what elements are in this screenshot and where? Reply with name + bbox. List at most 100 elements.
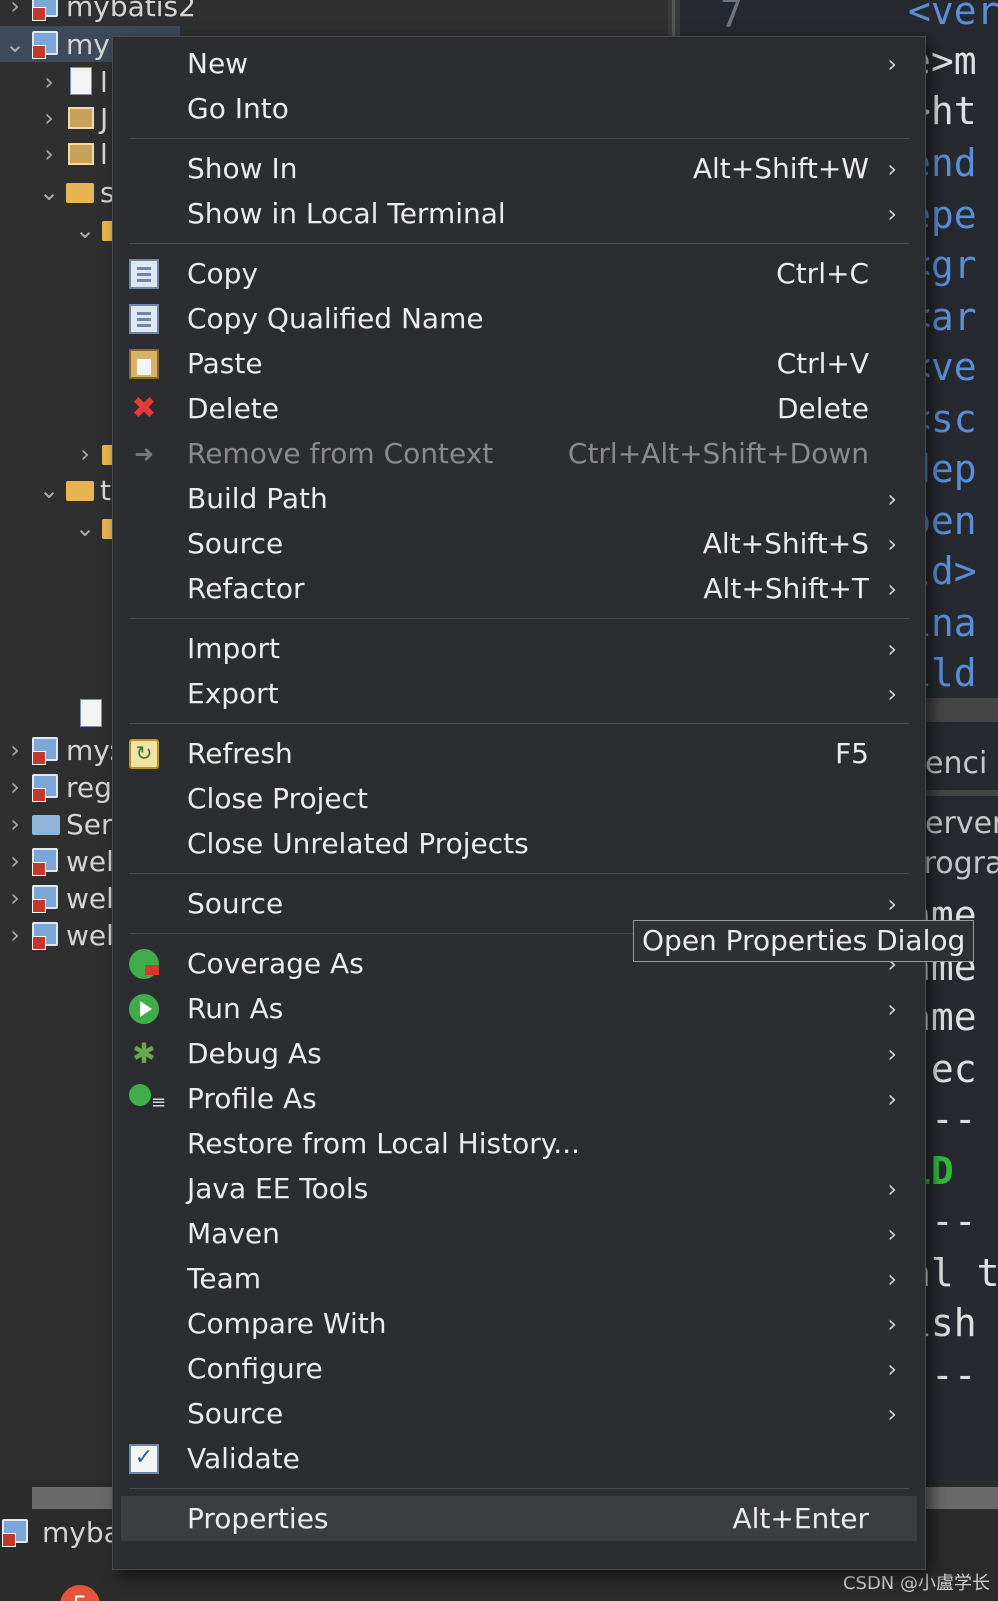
chevron-right-icon: › bbox=[887, 49, 897, 78]
chevron-right-icon: › bbox=[887, 679, 897, 708]
menu-item-configure[interactable]: Configure › bbox=[121, 1346, 917, 1391]
project-icon bbox=[30, 772, 64, 802]
chevron-right-icon: › bbox=[887, 1039, 897, 1068]
menu-item-shortcut: Alt+Enter bbox=[732, 1502, 869, 1535]
menu-item-shortcut: Ctrl+V bbox=[776, 347, 869, 380]
tree-item[interactable]: ⌄ s bbox=[34, 174, 115, 210]
menu-item-shortcut: F5 bbox=[835, 737, 869, 770]
chevron-right-icon: › bbox=[887, 994, 897, 1023]
menu-item-java-ee-tools[interactable]: Java EE Tools › bbox=[121, 1166, 917, 1211]
menu-separator bbox=[129, 873, 909, 874]
tree-item-project[interactable]: › wel bbox=[0, 880, 114, 916]
profile-icon bbox=[129, 1084, 166, 1113]
menu-item-debug-as[interactable]: ✱ Debug As › bbox=[121, 1031, 917, 1076]
tree-item[interactable]: ⌄ t bbox=[34, 472, 111, 508]
menu-item-paste[interactable]: Paste Ctrl+V bbox=[121, 341, 917, 386]
copy-icon bbox=[129, 259, 159, 289]
bottom-project-tab[interactable]: myba bbox=[0, 1510, 121, 1554]
menu-item-remove-from-context: ➜ Remove from Context Ctrl+Alt+Shift+Down bbox=[121, 431, 917, 476]
menu-item-go-into[interactable]: Go Into bbox=[121, 86, 917, 131]
tree-item-label: wel bbox=[66, 881, 114, 915]
chevron-right-icon[interactable]: › bbox=[34, 140, 64, 168]
chevron-right-icon: › bbox=[887, 634, 897, 663]
menu-item-refactor[interactable]: Refactor Alt+Shift+T › bbox=[121, 566, 917, 611]
menu-item-label: Run As bbox=[187, 992, 284, 1025]
menu-item-properties[interactable]: Properties Alt+Enter bbox=[121, 1496, 917, 1541]
menu-separator bbox=[129, 138, 909, 139]
tree-item-label: wel bbox=[66, 918, 114, 952]
chevron-down-icon[interactable]: ⌄ bbox=[70, 216, 100, 244]
tree-item-label: t bbox=[100, 473, 111, 507]
chevron-right-icon[interactable]: › bbox=[0, 773, 30, 801]
chevron-right-icon[interactable]: › bbox=[0, 810, 30, 838]
tree-item-label: my bbox=[66, 27, 110, 61]
menu-item-build-path[interactable]: Build Path › bbox=[121, 476, 917, 521]
chevron-right-icon: › bbox=[887, 1174, 897, 1203]
chevron-down-icon[interactable]: ⌄ bbox=[0, 30, 30, 58]
chevron-down-icon[interactable]: ⌄ bbox=[34, 178, 64, 206]
coverage-icon bbox=[129, 949, 159, 979]
menu-item-label: Go Into bbox=[187, 92, 289, 125]
menu-item-close-unrelated-projects[interactable]: Close Unrelated Projects bbox=[121, 821, 917, 866]
tree-item-project[interactable]: › wel bbox=[0, 843, 114, 879]
menu-item-profile-as[interactable]: Profile As › bbox=[121, 1076, 917, 1121]
delete-icon: ✖ bbox=[131, 391, 157, 426]
tree-item-servers[interactable]: › Ser bbox=[0, 806, 112, 842]
tree-item[interactable]: › l bbox=[34, 64, 108, 100]
menu-item-source[interactable]: Source Alt+Shift+S › bbox=[121, 521, 917, 566]
chevron-right-icon[interactable]: › bbox=[0, 884, 30, 912]
menu-item-import[interactable]: Import › bbox=[121, 626, 917, 671]
chevron-down-icon[interactable]: ⌄ bbox=[34, 476, 64, 504]
menu-item-label: Properties bbox=[187, 1502, 329, 1535]
menu-item-export[interactable]: Export › bbox=[121, 671, 917, 716]
menu-item-team[interactable]: Team › bbox=[121, 1256, 917, 1301]
menu-item-show-in[interactable]: Show In Alt+Shift+W › bbox=[121, 146, 917, 191]
tree-item[interactable]: › l bbox=[34, 136, 108, 172]
tree-item-mybatis2[interactable]: › mybatis2 bbox=[0, 0, 196, 24]
menu-item-label: Refactor bbox=[187, 572, 305, 605]
menu-item-copy-qualified-name[interactable]: Copy Qualified Name bbox=[121, 296, 917, 341]
chevron-right-icon[interactable]: › bbox=[0, 921, 30, 949]
menu-item-show-in-local-terminal[interactable]: Show in Local Terminal › bbox=[121, 191, 917, 236]
menu-item-new[interactable]: New › bbox=[121, 41, 917, 86]
menu-item-copy[interactable]: Copy Ctrl+C bbox=[121, 251, 917, 296]
chevron-right-icon[interactable]: › bbox=[70, 440, 100, 468]
bottom-tab-label: myba bbox=[42, 1515, 121, 1549]
menu-item-close-project[interactable]: Close Project bbox=[121, 776, 917, 821]
tree-item-label: reg bbox=[66, 770, 112, 804]
menu-item-source[interactable]: Source › bbox=[121, 1391, 917, 1436]
chevron-right-icon: › bbox=[887, 1219, 897, 1248]
tree-item-project[interactable]: › reg bbox=[0, 769, 112, 805]
menu-item-label: Maven bbox=[187, 1217, 280, 1250]
copy-qualified-name-icon bbox=[129, 304, 159, 334]
maven-file-icon bbox=[74, 699, 108, 729]
chevron-right-icon[interactable]: › bbox=[0, 847, 30, 875]
menu-item-label: Build Path bbox=[187, 482, 328, 515]
chevron-right-icon: › bbox=[887, 1399, 897, 1428]
menu-item-refresh[interactable]: ↻ Refresh F5 bbox=[121, 731, 917, 776]
chevron-right-icon[interactable]: › bbox=[34, 104, 64, 132]
explorer-h-scrollbar[interactable] bbox=[32, 1487, 112, 1509]
menu-item-maven[interactable]: Maven › bbox=[121, 1211, 917, 1256]
debug-icon: ✱ bbox=[132, 1037, 156, 1070]
chevron-right-icon[interactable]: › bbox=[0, 736, 30, 764]
tree-item-project[interactable]: › wel bbox=[0, 917, 114, 953]
code-line: <versio bbox=[908, 0, 998, 33]
menu-item-label: Compare With bbox=[187, 1307, 387, 1340]
chevron-right-icon[interactable]: › bbox=[34, 68, 64, 96]
menu-item-compare-with[interactable]: Compare With › bbox=[121, 1301, 917, 1346]
chevron-down-icon[interactable]: ⌄ bbox=[70, 514, 100, 542]
project-icon bbox=[30, 735, 64, 765]
folder-icon bbox=[64, 475, 98, 505]
menu-item-restore-from-local-history[interactable]: Restore from Local History... bbox=[121, 1121, 917, 1166]
menu-item-delete[interactable]: ✖ Delete Delete bbox=[121, 386, 917, 431]
watermark: CSDN @小盧学长 bbox=[842, 1573, 990, 1594]
menu-item-label: Debug As bbox=[187, 1037, 322, 1070]
tree-item[interactable]: › J bbox=[34, 100, 108, 136]
menu-item-validate[interactable]: ✓ Validate bbox=[121, 1436, 917, 1481]
tree-item-label: wel bbox=[66, 844, 114, 878]
chevron-right-icon: › bbox=[887, 154, 897, 183]
tree-item-project[interactable]: › my: bbox=[0, 732, 117, 768]
menu-item-run-as[interactable]: Run As › bbox=[121, 986, 917, 1031]
chevron-right-icon[interactable]: › bbox=[0, 0, 30, 20]
